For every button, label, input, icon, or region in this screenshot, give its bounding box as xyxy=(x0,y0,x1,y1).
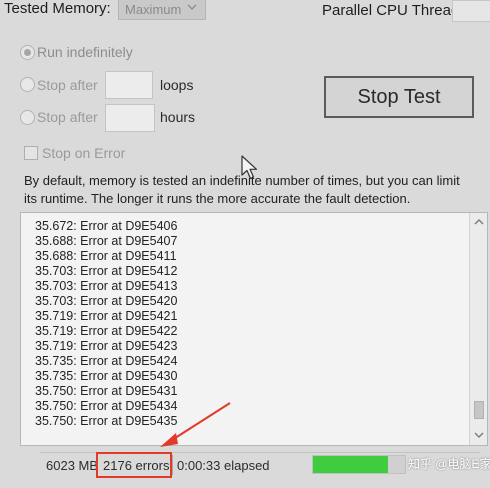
elapsed-time-text: 0:00:33 elapsed xyxy=(177,458,270,473)
stop-on-error-label: Stop on Error xyxy=(42,145,126,161)
watermark-text: 知乎 @电脑E家 xyxy=(408,457,490,471)
stop-after-loops-label: Stop after xyxy=(37,77,98,93)
log-line: 35.719: Error at D9E5421 xyxy=(35,309,178,323)
log-line: 35.672: Error at D9E5406 xyxy=(35,219,178,233)
errors-highlight-box xyxy=(96,452,172,478)
description-text: By default, memory is tested an indefini… xyxy=(24,173,460,206)
log-line: 35.735: Error at D9E5430 xyxy=(35,369,178,383)
log-line: 35.719: Error at D9E5423 xyxy=(35,339,178,353)
log-line: 35.703: Error at D9E5412 xyxy=(35,264,178,278)
hours-unit-label: hours xyxy=(160,109,196,125)
log-line: 35.750: Error at D9E5431 xyxy=(35,384,178,398)
chevron-down-icon[interactable] xyxy=(473,429,485,441)
log-line: 35.703: Error at D9E5420 xyxy=(35,294,178,308)
stop-test-button[interactable]: Stop Test xyxy=(324,76,474,118)
progress-fill xyxy=(313,456,389,473)
stop-after-hours-label: Stop after xyxy=(37,109,98,125)
log-line: 35.688: Error at D9E5411 xyxy=(35,249,177,263)
loops-input[interactable] xyxy=(105,71,153,99)
hours-input[interactable] xyxy=(105,104,155,132)
chevron-down-icon xyxy=(187,4,197,10)
stop-after-hours-radio[interactable] xyxy=(20,110,35,125)
cpu-threads-label: Parallel CPU Threads: xyxy=(322,2,471,19)
log-line: 35.703: Error at D9E5413 xyxy=(35,279,178,293)
run-indefinitely-radio[interactable] xyxy=(20,45,35,60)
log-line: 35.750: Error at D9E5435 xyxy=(35,414,178,428)
stop-on-error-checkbox[interactable] xyxy=(24,146,38,160)
log-list: 35.672: Error at D9E5406 35.688: Error at… xyxy=(35,219,455,429)
tested-memory-select[interactable]: Maximum xyxy=(118,0,206,20)
progress-bar xyxy=(312,455,406,474)
error-log[interactable]: 35.672: Error at D9E5406 35.688: Error at… xyxy=(20,212,488,446)
status-separator xyxy=(172,455,173,475)
log-line: 35.750: Error at D9E5434 xyxy=(35,399,178,413)
log-scrollbar[interactable] xyxy=(469,213,487,445)
tested-memory-value: Maximum xyxy=(125,2,182,17)
cpu-threads-input[interactable] xyxy=(452,0,490,22)
run-indefinitely-label: Run indefinitely xyxy=(37,44,133,60)
log-line: 35.688: Error at D9E5407 xyxy=(35,234,178,248)
tested-memory-label: Tested Memory: xyxy=(4,0,111,17)
memory-size-text: 6023 MB xyxy=(46,458,99,473)
loops-unit-label: loops xyxy=(160,77,194,93)
chevron-up-icon[interactable] xyxy=(473,216,485,228)
log-line: 35.735: Error at D9E5424 xyxy=(35,354,178,368)
scroll-thumb[interactable] xyxy=(474,401,484,419)
log-line: 35.719: Error at D9E5422 xyxy=(35,324,178,338)
stop-after-loops-radio[interactable] xyxy=(20,77,35,92)
